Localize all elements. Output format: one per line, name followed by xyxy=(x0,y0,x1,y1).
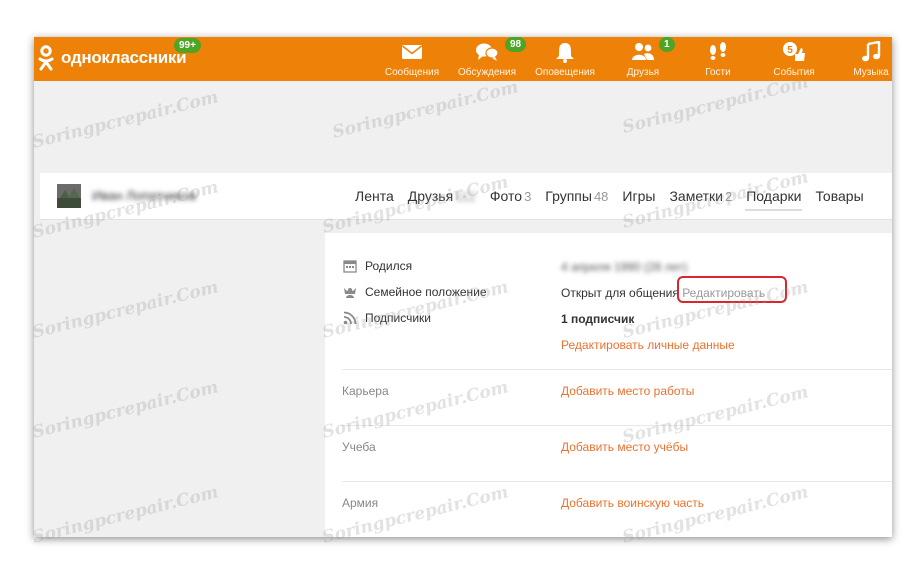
tab-count: 112 xyxy=(455,189,476,204)
top-navigation-bar: одноклассники 99+ Сообщения Обсуждения 9… xyxy=(34,37,892,81)
nav-music-label: Музыка xyxy=(853,67,889,78)
tab-label: Игры xyxy=(622,188,656,204)
tab-friends[interactable]: Друзья 112 xyxy=(401,173,483,219)
born-label: Родился xyxy=(365,259,413,273)
nav-messages-label: Сообщения xyxy=(384,67,440,78)
logo[interactable]: одноклассники xyxy=(38,45,187,71)
divider xyxy=(342,369,892,370)
edit-personal-data-link[interactable]: Редактировать личные данные xyxy=(561,338,735,352)
tab-feed[interactable]: Лента xyxy=(348,173,401,219)
profile-tabs: Лента Друзья 112 Фото 3 Группы 48 Игры Заме… xyxy=(348,173,871,219)
tab-count: 2 xyxy=(725,189,733,204)
thumbs-up-five-icon: 5 xyxy=(783,42,805,61)
tab-games[interactable]: Игры xyxy=(615,173,662,219)
tab-notes[interactable]: Заметки 2 xyxy=(662,173,739,219)
tab-label: Заметки xyxy=(669,188,723,204)
add-military-unit-link[interactable]: Добавить воинскую часть xyxy=(561,496,704,510)
bell-icon xyxy=(556,43,574,63)
friends-badge: 1 xyxy=(659,37,675,52)
nav-events[interactable]: 5 События xyxy=(757,41,831,78)
ok-logo-icon xyxy=(38,45,54,71)
nav-notifications[interactable]: Оповещения xyxy=(528,41,602,78)
tab-photos[interactable]: Фото 3 xyxy=(483,173,538,219)
army-label: Армия xyxy=(342,496,379,510)
chat-bubbles-icon xyxy=(476,43,499,61)
nav-friends-label: Друзья xyxy=(626,67,660,78)
envelope-icon xyxy=(402,45,422,59)
avatar-photo-icon xyxy=(57,184,81,208)
brand-name: одноклассники xyxy=(61,48,187,67)
calendar-icon xyxy=(343,260,357,273)
tab-count: 48 xyxy=(593,189,609,204)
user-name[interactable]: Иван Лопатников xyxy=(92,188,196,203)
nav-events-label: События xyxy=(773,67,815,78)
subscribers-value[interactable]: 1 подписчик xyxy=(561,312,634,326)
profile-header: Иван Лопатников Лента Друзья 112 Фото 3 Гр… xyxy=(40,173,892,220)
tab-label: Группы xyxy=(545,188,592,204)
tab-groups[interactable]: Группы 48 xyxy=(538,173,615,219)
about-panel: Родился 4 апреля 1990 (28 лет) Семейное … xyxy=(325,233,892,537)
tab-label: Фото xyxy=(489,188,523,204)
tab-count: 3 xyxy=(524,189,532,204)
people-icon xyxy=(632,43,654,60)
tab-label: Товары xyxy=(815,188,864,204)
nav-music[interactable]: Музыка xyxy=(834,41,892,78)
tab-goods[interactable]: Товары xyxy=(808,173,870,219)
subscribers-row: Подписчики xyxy=(343,311,431,325)
brand-notification-badge: 99+ xyxy=(174,38,201,53)
divider xyxy=(342,481,892,482)
highlight-frame xyxy=(677,276,787,303)
nav-messages[interactable]: Сообщения xyxy=(375,41,449,78)
born-row: Родился xyxy=(343,259,412,273)
discussions-badge: 98 xyxy=(505,37,527,52)
footprints-icon xyxy=(710,42,726,60)
subscribers-label: Подписчики xyxy=(365,311,432,325)
tab-label: Подарки xyxy=(746,188,802,204)
career-label: Карьера xyxy=(342,384,389,398)
svg-text:5: 5 xyxy=(787,45,793,56)
family-status-row: Семейное положение xyxy=(343,285,487,299)
study-label: Учеба xyxy=(342,440,376,454)
family-status-text: Открыт для общения xyxy=(561,286,679,300)
avatar[interactable] xyxy=(57,184,81,208)
browser-viewport: одноклассники 99+ Сообщения Обсуждения 9… xyxy=(34,37,892,537)
rss-icon xyxy=(343,311,357,325)
nav-notifications-label: Оповещения xyxy=(535,67,595,78)
add-study-place-link[interactable]: Добавить место учёбы xyxy=(561,440,688,454)
tab-label: Друзья xyxy=(407,188,454,204)
nav-discussions-label: Обсуждения xyxy=(457,67,517,78)
divider xyxy=(342,425,892,426)
nav-guests[interactable]: Гости xyxy=(681,41,755,78)
family-status-label: Семейное положение xyxy=(365,285,487,299)
tab-gifts[interactable]: Подарки xyxy=(739,173,808,219)
heart-person-icon xyxy=(344,288,356,298)
born-value: 4 апреля 1990 (28 лет) xyxy=(561,260,688,274)
music-note-icon xyxy=(862,41,881,62)
tab-label: Лента xyxy=(355,188,394,204)
nav-guests-label: Гости xyxy=(705,67,731,78)
add-workplace-link[interactable]: Добавить место работы xyxy=(561,384,694,398)
